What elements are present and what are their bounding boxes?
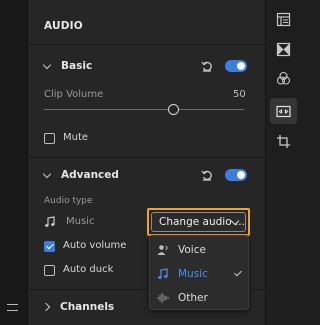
audio-panel: AUDIO Basic Clip Volume 50 Mute Advanced… <box>28 0 265 325</box>
advanced-toggle[interactable] <box>225 169 247 181</box>
clip-volume-track[interactable] <box>44 109 244 110</box>
divider <box>28 44 265 45</box>
music-note-icon <box>45 216 55 227</box>
auto-duck-label: Auto duck <box>63 264 114 275</box>
divider <box>28 157 265 158</box>
properties-icon[interactable] <box>276 12 291 27</box>
chevron-down-icon[interactable] <box>42 169 52 178</box>
dropdown-option-other[interactable]: Other <box>150 286 250 310</box>
crop-icon[interactable] <box>276 134 291 149</box>
panel-title: AUDIO <box>44 20 83 32</box>
chevron-right-icon[interactable] <box>41 302 51 312</box>
basic-toggle[interactable] <box>225 60 247 72</box>
color-icon[interactable] <box>276 71 291 86</box>
menu-icon[interactable] <box>7 304 18 311</box>
dropdown-option-label: Music <box>178 268 208 280</box>
left-strip <box>0 0 28 325</box>
waveform-icon <box>157 293 169 303</box>
chevron-down-icon[interactable] <box>42 60 52 69</box>
dropdown-option-music[interactable]: Music <box>150 262 250 286</box>
basic-section-label: Basic <box>61 60 93 72</box>
mute-checkbox[interactable] <box>44 133 55 144</box>
clip-volume-thumb[interactable] <box>168 104 179 115</box>
change-audio-type-button[interactable]: Change audio ... <box>151 212 246 232</box>
right-icon-rail <box>265 0 300 325</box>
audio-panel-icon[interactable] <box>276 104 291 119</box>
transition-icon[interactable] <box>276 42 291 57</box>
checkmark-icon <box>234 268 242 277</box>
dropdown-option-voice[interactable]: Voice <box>150 238 250 262</box>
auto-volume-checkbox[interactable] <box>44 241 55 252</box>
clip-volume-value[interactable]: 50 <box>233 89 246 100</box>
auto-duck-checkbox[interactable] <box>44 265 55 276</box>
audio-type-dropdown: Voice Music Other <box>149 235 249 310</box>
music-note-icon <box>158 268 168 279</box>
voice-icon <box>157 245 168 255</box>
reset-icon[interactable] <box>201 60 213 72</box>
dropdown-option-label: Other <box>178 292 208 304</box>
current-audio-type: Music <box>66 216 95 227</box>
mute-label: Mute <box>63 132 89 143</box>
dropdown-option-label: Voice <box>178 244 206 256</box>
advanced-section-label: Advanced <box>61 169 119 181</box>
channels-section-label: Channels <box>60 301 115 313</box>
change-audio-type-button-focus[interactable]: Change audio ... <box>147 208 250 236</box>
reset-icon[interactable] <box>201 169 213 181</box>
auto-volume-label: Auto volume <box>63 240 127 251</box>
audio-type-label: Audio type <box>44 196 93 206</box>
clip-volume-label: Clip Volume <box>44 89 104 100</box>
